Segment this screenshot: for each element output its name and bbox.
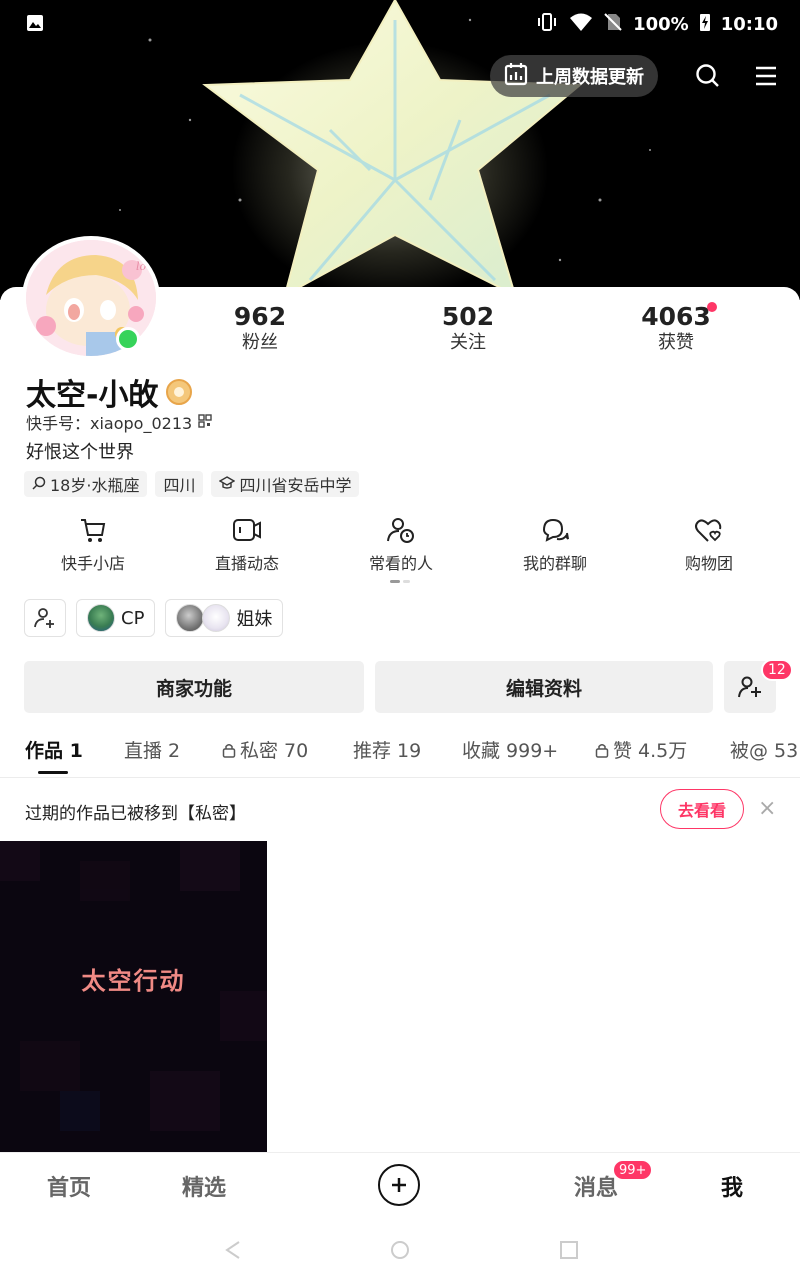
battery-charging-icon [699,12,711,37]
age-zodiac-tag[interactable]: 18岁·水瓶座 [24,471,148,497]
calendar-chart-icon [504,62,528,91]
nav-home[interactable]: 首页 [47,1170,91,1202]
tab-mentions[interactable]: 被@ 53 [730,736,798,763]
tab-recommended[interactable]: 推荐 19 [353,736,421,763]
system-navigation-bar [0,1218,800,1280]
level-badge-icon[interactable] [166,379,193,405]
home-circle-icon[interactable] [390,1240,410,1260]
content-tabs: 作品 1 直播 2 私密 70 推荐 19 收藏 999+ 赞 4.5万 被@ … [0,728,800,778]
profile-bio: 好恨这个世界 [26,442,134,463]
expired-works-notice: 过期的作品已被移到【私密】 去看看 × [0,778,800,840]
relation-chips: CP 姐妹 [24,599,284,637]
tab-private[interactable]: 私密 70 [222,736,308,763]
shortcut-my-group-chats[interactable]: 我的群聊 [478,516,632,586]
qr-code-icon[interactable] [198,413,212,432]
video-thumbnail[interactable]: 太空行动 [0,841,267,1153]
search-button[interactable] [684,54,732,98]
graduation-cap-icon [219,475,236,494]
following-stat[interactable]: 502 关注 [408,302,528,354]
school-tag[interactable]: 四川省安岳中学 [211,471,360,497]
person-clock-icon [387,518,414,543]
close-notice-icon[interactable]: × [758,796,776,821]
no-sim-icon [603,12,623,37]
nav-me[interactable]: 我 [721,1170,743,1202]
likes-label: 获赞 [658,332,694,353]
menu-button[interactable] [742,54,790,98]
profile-stats: 962 粉丝 502 关注 4063 获赞 [160,302,800,362]
shortcut-page-indicator [390,580,410,583]
go-see-button[interactable]: 去看看 [660,789,744,829]
sisters-relation-chip[interactable]: 姐妹 [165,599,284,637]
search-icon [696,64,719,87]
likes-stat[interactable]: 4063 获赞 [616,302,736,354]
group-chat-icon [542,518,569,542]
shopping-cart-icon [81,519,106,542]
create-post-button[interactable] [378,1164,420,1206]
merchant-features-button[interactable]: 商家功能 [24,661,364,713]
video-title: 太空行动 [81,967,186,995]
lock-icon [595,743,609,758]
tab-likes[interactable]: 赞 4.5万 [595,736,687,763]
following-label: 关注 [450,332,486,353]
live-video-icon [233,519,261,541]
shortcut-live-updates[interactable]: 直播动态 [170,516,324,586]
kuaishou-id-row[interactable]: 快手号：xiaopo_0213 [26,410,212,434]
online-status-dot [116,327,140,351]
notice-text: 过期的作品已被移到【私密】 [25,804,246,824]
shortcut-kuaishou-shop[interactable]: 快手小店 [16,516,170,586]
likes-count: 4063 [641,302,711,331]
recent-apps-icon[interactable] [559,1240,579,1260]
kuaishou-id: 快手号：xiaopo_0213 [26,414,193,433]
battery-percent: 100% [633,14,689,35]
friend-request-badge: 12 [761,659,793,681]
hamburger-menu-icon [756,66,776,86]
clock: 10:10 [720,14,778,35]
location-tag[interactable]: 四川 [155,471,204,497]
active-tab-indicator [38,771,68,774]
edit-profile-button[interactable]: 编辑资料 [375,661,713,713]
profile-action-buttons: 商家功能 编辑资料 12 [24,659,793,713]
status-bar: 100% 10:10 [0,0,800,48]
tab-live[interactable]: 直播 2 [124,736,180,763]
cp-relation-chip[interactable]: CP [76,599,156,637]
shortcut-shopping-group[interactable]: 购物团 [632,516,786,586]
bottom-navigation: 首页 精选 消息 99+ 我 [0,1152,800,1218]
top-action-bar: 上周数据更新 [490,54,800,98]
weekly-data-update-label: 上周数据更新 [536,67,644,88]
nav-messages[interactable]: 消息 [574,1170,618,1202]
add-person-icon [34,608,54,628]
add-friend-icon [738,676,761,698]
profile-name-row: 太空-小敀 [26,370,193,414]
thumbnail-pixel-background [0,841,267,1153]
profile-name: 太空-小敀 [26,378,159,413]
wifi-icon [569,12,593,37]
likes-new-dot [707,302,717,312]
plus-icon [392,1178,406,1192]
heart-group-icon [695,519,722,542]
messages-badge: 99+ [612,1159,654,1181]
following-count: 502 [441,302,495,331]
gallery-icon [26,14,44,36]
profile-tags: 18岁·水瓶座 四川 四川省安岳中学 [24,471,360,497]
profile-page: 100% 10:10 上周数据更新 lov 962 粉丝 502 关注 4063… [0,0,800,1280]
sister-avatar-2 [202,604,231,632]
followers-count: 962 [233,302,287,331]
nav-featured[interactable]: 精选 [182,1170,226,1202]
followers-label: 粉丝 [242,332,278,353]
add-relation-button[interactable] [24,599,66,637]
shortcut-frequently-viewed[interactable]: 常看的人 [324,516,478,586]
tab-favorites[interactable]: 收藏 999+ [462,736,558,763]
back-icon[interactable] [224,1240,242,1260]
vibrate-icon [535,12,559,37]
lock-icon [222,743,236,758]
search-icon [32,475,46,494]
weekly-data-update-button[interactable]: 上周数据更新 [490,55,658,97]
sister-avatar-1 [176,604,205,632]
followers-stat[interactable]: 962 粉丝 [200,302,320,354]
tab-works[interactable]: 作品 1 [25,736,83,763]
cp-avatar [87,604,115,632]
shortcut-row: 快手小店 直播动态 常看的人 我的群聊 购物团 [16,516,786,586]
